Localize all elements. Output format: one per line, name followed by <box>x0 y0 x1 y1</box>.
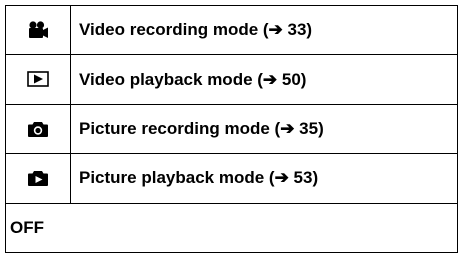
mode-label-cell: Video recording mode (➔ 33) <box>70 4 458 56</box>
mode-label: Video recording mode (➔ 33) <box>79 20 313 40</box>
mode-label-cell: Picture playback mode (➔ 53) <box>70 153 458 204</box>
icon-cell <box>5 4 71 56</box>
video-camera-icon <box>27 21 49 39</box>
play-box-icon <box>27 71 49 88</box>
icon-cell <box>5 153 71 204</box>
camera-icon <box>27 120 49 138</box>
icon-cell <box>5 54 71 105</box>
table-row: Video playback mode (➔ 50) <box>5 54 458 105</box>
mode-label-cell: Picture recording mode (➔ 35) <box>70 103 458 155</box>
off-label: OFF <box>10 217 44 237</box>
table-row: Picture playback mode (➔ 53) <box>5 153 458 204</box>
mode-label: Picture playback mode (➔ 53) <box>79 168 319 188</box>
mode-label: Picture recording mode (➔ 35) <box>79 118 324 138</box>
mode-label-cell: Video playback mode (➔ 50) <box>70 54 458 105</box>
table-row: Picture recording mode (➔ 35) <box>5 103 458 155</box>
off-cell: OFF <box>5 202 458 254</box>
picture-playback-icon <box>27 169 49 187</box>
mode-dial-table: Video recording mode (➔ 33) Video playba… <box>5 4 458 254</box>
table-row: Video recording mode (➔ 33) <box>5 4 458 56</box>
icon-cell <box>5 103 71 155</box>
table-row: OFF <box>5 202 458 254</box>
mode-label: Video playback mode (➔ 50) <box>79 69 307 89</box>
